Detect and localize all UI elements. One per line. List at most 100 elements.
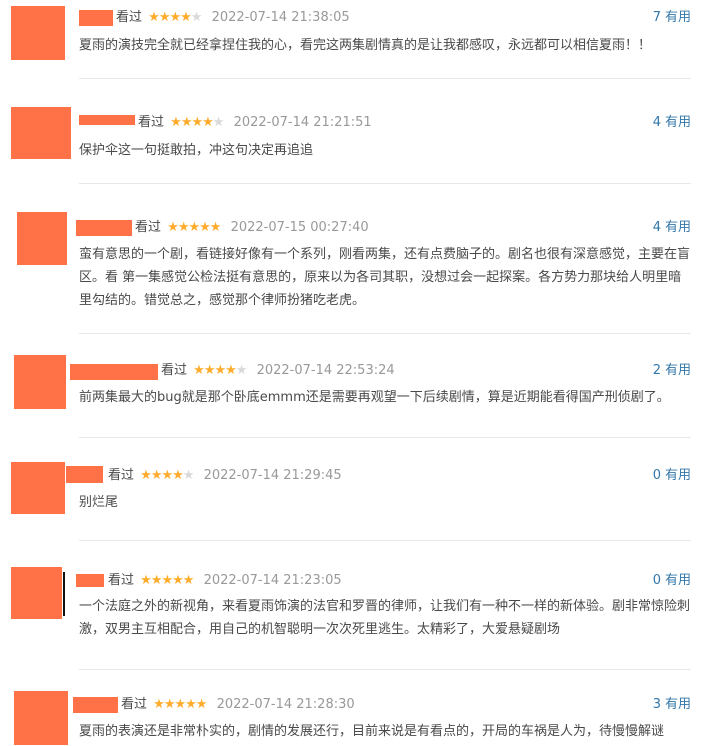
avatar[interactable] — [11, 6, 65, 60]
vote-count: 4 — [652, 220, 661, 235]
divider — [79, 540, 691, 541]
review-content: 一个法庭之外的新视角，来看夏雨饰演的法官和罗晋的律师，让我们有一种不一样的新体验… — [79, 599, 691, 637]
useful-vote[interactable]: 3 有用 — [653, 696, 691, 714]
username-redacted[interactable] — [79, 10, 113, 26]
username-redacted[interactable] — [79, 115, 135, 125]
avatar[interactable] — [11, 107, 71, 159]
star-filled-icon: ★ — [163, 697, 176, 712]
star-filled-icon: ★ — [172, 468, 184, 483]
review-content: 蛮有意思的一个剧，看链接好像有一个系列，刚看两集，还有点费脑子的。剧名也很有深意… — [79, 247, 691, 308]
avatar[interactable] — [11, 567, 62, 619]
star-filled-icon: ★ — [153, 697, 165, 712]
review-meta: 看过 ★★★★★ 2022-07-14 22:53:24 — [161, 362, 395, 380]
vote-label[interactable]: 有用 — [665, 220, 691, 235]
avatar[interactable] — [14, 355, 66, 409]
vote-count: 0 — [652, 468, 661, 483]
review-meta: 看过 ★★★★★ 2022-07-14 21:21:51 — [138, 114, 372, 132]
star-filled-icon: ★ — [161, 468, 173, 483]
star-filled-icon: ★ — [209, 220, 222, 235]
rating-stars: ★★★★★ — [193, 362, 247, 380]
review-time: 2022-07-14 22:53:24 — [256, 363, 395, 378]
divider — [79, 78, 691, 79]
review-meta: 看过 ★★★★★ 2022-07-14 21:29:45 — [108, 467, 342, 485]
star-filled-icon: ★ — [150, 573, 163, 588]
review-time: 2022-07-14 21:29:45 — [203, 468, 342, 483]
vote-label[interactable]: 有用 — [665, 363, 691, 378]
divider — [79, 669, 691, 670]
vote-label[interactable]: 有用 — [665, 697, 691, 712]
star-filled-icon: ★ — [180, 115, 193, 130]
review-meta: 看过 ★★★★★ 2022-07-14 21:28:30 — [121, 696, 355, 714]
username-redacted[interactable] — [70, 364, 158, 380]
star-filled-icon: ★ — [185, 697, 197, 712]
vote-count: 7 — [652, 10, 661, 25]
watch-status: 看过 — [138, 115, 165, 130]
review-content: 夏雨的表演还是非常朴实的，剧情的发展还行，目前来说是有看点的，开局的车祸是人为，… — [79, 724, 665, 739]
star-filled-icon: ★ — [195, 697, 208, 712]
vote-count: 4 — [652, 115, 661, 130]
avatar[interactable] — [11, 462, 65, 514]
username-redacted[interactable] — [66, 466, 103, 483]
username-redacted[interactable] — [76, 574, 104, 587]
star-filled-icon: ★ — [191, 115, 203, 130]
review-content: 夏雨的演技完全就已经拿捏住我的心，看完这两集剧情真的是让我都感叹，永远都可以相信… — [79, 38, 652, 53]
vote-count: 2 — [652, 363, 661, 378]
vote-count: 3 — [652, 697, 661, 712]
star-filled-icon: ★ — [180, 10, 192, 25]
vote-label[interactable]: 有用 — [665, 468, 691, 483]
review-content: 保护伞这一句挺敢拍，冲这句决定再追追 — [79, 143, 314, 158]
star-filled-icon: ★ — [169, 10, 181, 25]
review-time: 2022-07-15 00:27:40 — [230, 220, 369, 235]
rating-stars: ★★★★★ — [167, 219, 222, 237]
rating-stars: ★★★★★ — [140, 467, 195, 485]
review-content: 别烂尾 — [79, 495, 119, 510]
star-filled-icon: ★ — [199, 220, 211, 235]
watch-status: 看过 — [135, 220, 162, 235]
vote-label[interactable]: 有用 — [665, 10, 691, 25]
username-redacted[interactable] — [73, 697, 118, 713]
review-time: 2022-07-14 21:28:30 — [216, 697, 355, 712]
watch-status: 看过 — [161, 363, 188, 378]
vote-count: 0 — [652, 573, 661, 588]
star-filled-icon: ★ — [202, 115, 214, 130]
useful-vote[interactable]: 0 有用 — [653, 572, 691, 590]
star-filled-icon: ★ — [170, 115, 182, 130]
vote-label[interactable]: 有用 — [665, 573, 691, 588]
star-empty-icon: ★ — [212, 115, 225, 130]
watch-status: 看过 — [108, 573, 135, 588]
avatar[interactable] — [14, 691, 68, 745]
avatar[interactable] — [17, 212, 67, 265]
vote-label[interactable]: 有用 — [665, 115, 691, 130]
useful-vote[interactable]: 2 有用 — [653, 362, 691, 380]
star-empty-icon: ★ — [182, 468, 195, 483]
star-filled-icon: ★ — [150, 468, 163, 483]
review-meta: 看过 ★★★★★ 2022-07-15 00:27:40 — [135, 219, 369, 237]
useful-vote[interactable]: 7 有用 — [653, 9, 691, 27]
rating-stars: ★★★★★ — [148, 9, 203, 27]
username-redacted[interactable] — [76, 220, 132, 236]
star-filled-icon: ★ — [177, 220, 190, 235]
star-filled-icon: ★ — [167, 220, 179, 235]
star-filled-icon: ★ — [172, 573, 184, 588]
review-content: 前两集最大的bug就是那个卧底emmm还是需要再观望一下后续剧情，算是近期能看得… — [79, 390, 670, 405]
star-filled-icon: ★ — [161, 573, 173, 588]
star-filled-icon: ★ — [140, 468, 152, 483]
star-filled-icon: ★ — [214, 363, 226, 378]
rating-stars: ★★★★★ — [170, 114, 225, 132]
divider — [79, 333, 691, 334]
watch-status: 看过 — [116, 10, 143, 25]
useful-vote[interactable]: 0 有用 — [653, 467, 691, 485]
star-filled-icon: ★ — [158, 10, 171, 25]
watch-status: 看过 — [121, 697, 148, 712]
star-filled-icon: ★ — [193, 363, 205, 378]
rating-stars: ★★★★★ — [140, 572, 195, 590]
star-filled-icon: ★ — [174, 697, 186, 712]
star-empty-icon: ★ — [190, 10, 203, 25]
useful-vote[interactable]: 4 有用 — [653, 114, 691, 132]
star-filled-icon: ★ — [203, 363, 216, 378]
star-filled-icon: ★ — [148, 10, 160, 25]
star-filled-icon: ★ — [182, 573, 195, 588]
useful-vote[interactable]: 4 有用 — [653, 219, 691, 237]
star-filled-icon: ★ — [188, 220, 200, 235]
divider — [79, 437, 691, 438]
